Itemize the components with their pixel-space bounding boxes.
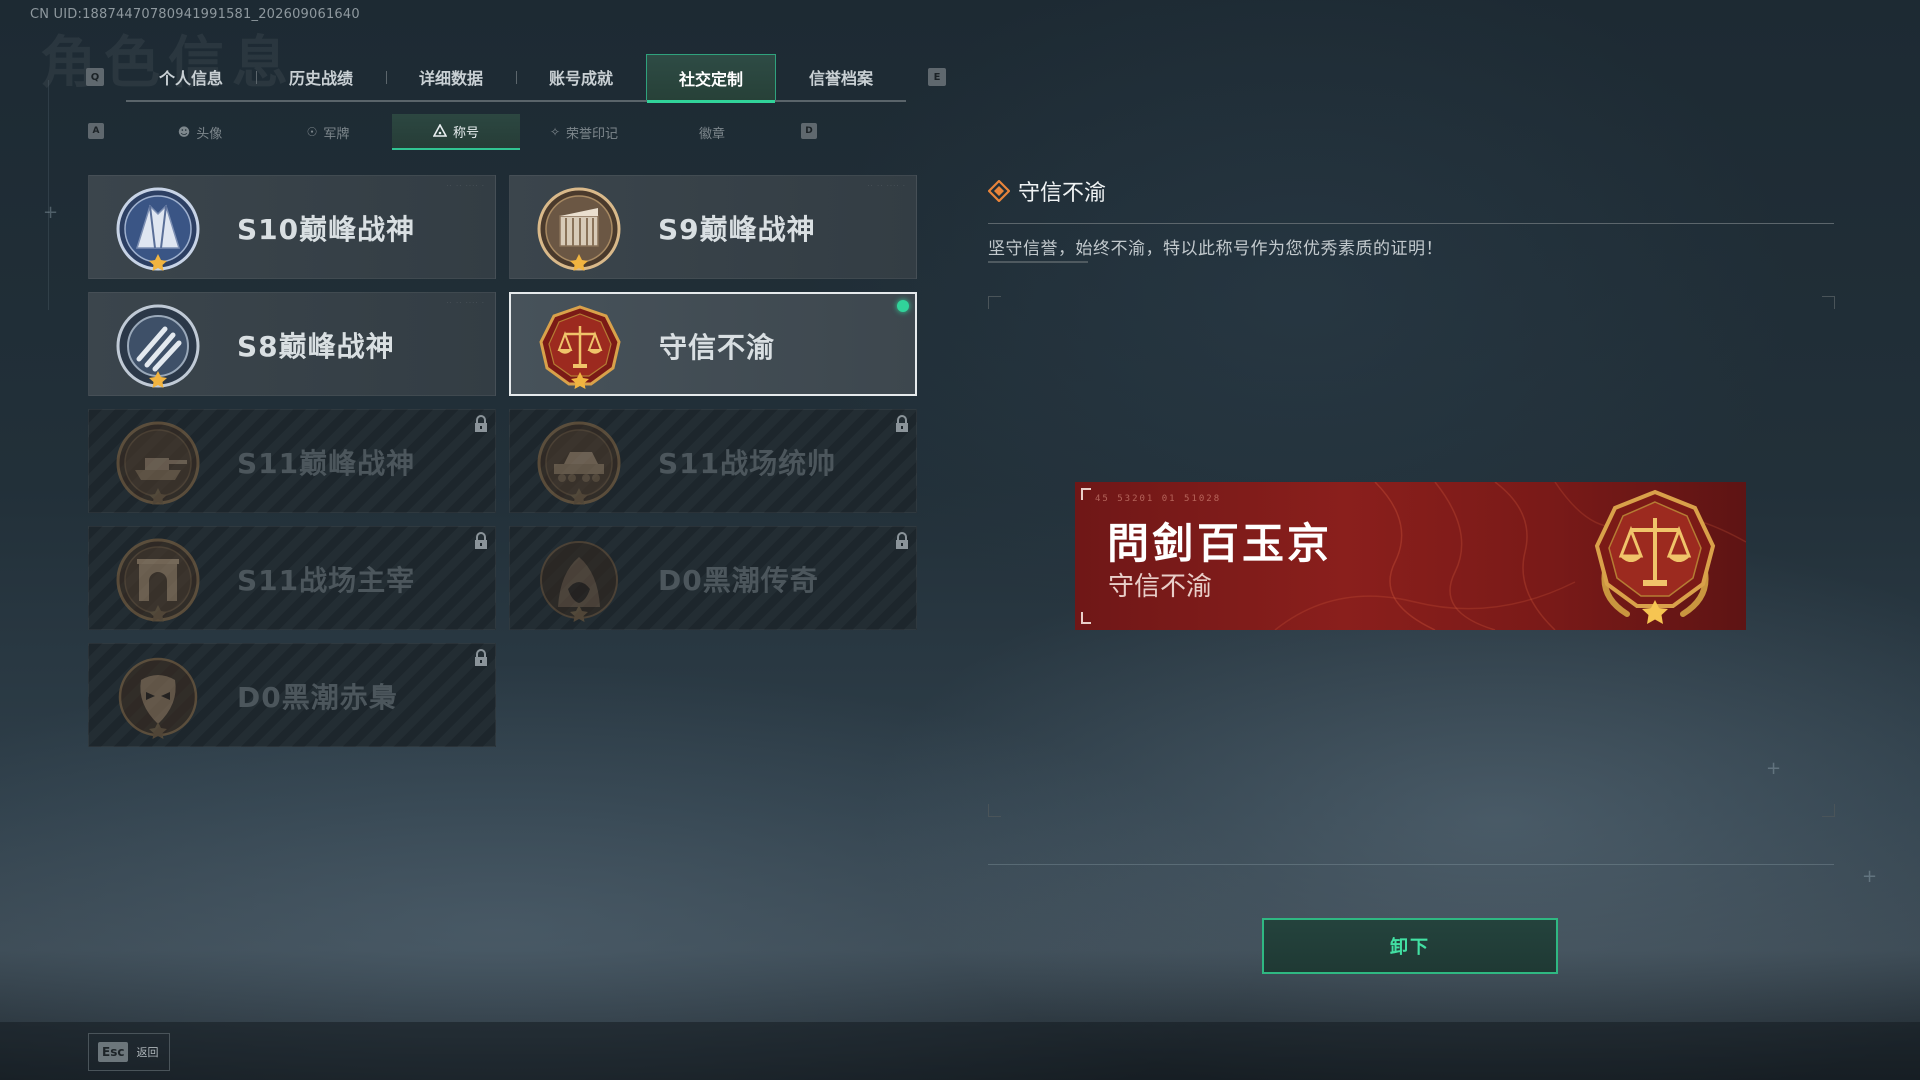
subtab-label: 徽章 xyxy=(698,126,725,142)
triangle-icon xyxy=(432,124,447,137)
lock-icon xyxy=(475,415,487,432)
divider xyxy=(988,223,1834,224)
scales-emblem-icon xyxy=(539,305,621,389)
tab-personal-info[interactable]: 个人信息 xyxy=(126,54,256,100)
plus-decor-icon: + xyxy=(43,202,59,223)
prev-subtab-key-hint[interactable]: A xyxy=(88,123,104,139)
tab-label: 个人信息 xyxy=(158,69,223,88)
title-card-label: S11巅峰战神 xyxy=(237,447,416,480)
title-card-label: S10巅峰战神 xyxy=(237,213,416,246)
title-card-label: S8巅峰战神 xyxy=(237,330,395,363)
esc-key-hint: Esc xyxy=(98,1042,129,1062)
title-card-d0-legend[interactable]: D0黑潮传奇 xyxy=(509,526,917,630)
footer-bar xyxy=(0,1022,1920,1080)
title-card-d0-red-owl[interactable]: D0黑潮赤梟 xyxy=(88,643,496,747)
title-card-s10[interactable]: ·· ·· ···· · S10巅峰战神 xyxy=(88,175,496,279)
prev-tab-key-hint[interactable]: Q xyxy=(86,68,104,86)
subtab-label: 头像 xyxy=(196,126,223,142)
arch-emblem-icon xyxy=(116,538,200,622)
subtab-label: 荣誉印记 xyxy=(566,126,619,142)
banner-code-text: 45 53201 01 51028 xyxy=(1095,494,1222,504)
lock-icon xyxy=(896,415,908,432)
frame-corner xyxy=(988,296,1001,309)
mountain-emblem-icon xyxy=(116,187,200,271)
detail-header: 守信不渝 xyxy=(988,175,1106,207)
card-deco-text: ·· ·· ···· · xyxy=(446,182,485,190)
tank-emblem-icon xyxy=(116,421,200,505)
subtab-label: 军牌 xyxy=(323,126,350,142)
dogtag-icon: ☉ xyxy=(306,125,318,139)
back-label: 返回 xyxy=(136,1046,159,1059)
title-card-shouxin-buyu[interactable]: 守信不渝 xyxy=(509,292,917,396)
frame-corner xyxy=(1822,804,1835,817)
ruins-emblem-icon xyxy=(537,187,621,271)
plus-decor-icon: + xyxy=(1766,758,1782,779)
tab-detailed-data[interactable]: 详细数据 xyxy=(386,54,516,100)
title-card-label: S9巅峰战神 xyxy=(658,213,816,246)
banner-player-name: 問釗百玉京 xyxy=(1107,519,1333,568)
card-deco-text: ·· ·· ···· · xyxy=(867,182,906,190)
tab-label: 账号成就 xyxy=(548,69,613,88)
title-card-label: S11战场统帅 xyxy=(658,447,837,480)
title-card-s11-dominator[interactable]: S11战场主宰 xyxy=(88,526,496,630)
apc-emblem-icon xyxy=(537,421,621,505)
tab-social-customization[interactable]: 社交定制 xyxy=(646,54,776,103)
detail-description: 坚守信誉，始终不渝，特以此称号作为您优秀素质的证明！ xyxy=(988,239,1443,259)
subtab-honor-mark[interactable]: ✧ 荣誉印记 xyxy=(520,114,648,150)
title-card-s9[interactable]: ·· ·· ···· · S9巅峰战神 xyxy=(509,175,917,279)
divider xyxy=(988,261,1088,263)
main-tab-bar: 个人信息 历史战绩 详细数据 账号成就 社交定制 信誉档案 xyxy=(126,54,906,103)
tab-history[interactable]: 历史战绩 xyxy=(256,54,386,100)
bracket-decor xyxy=(1081,612,1091,624)
subtab-label: 称号 xyxy=(452,125,479,141)
stripes-emblem-icon xyxy=(116,304,200,388)
tab-label: 详细数据 xyxy=(418,69,483,88)
bracket-decor xyxy=(1081,488,1091,500)
person-icon: ☻ xyxy=(177,125,191,139)
tab-credit-file[interactable]: 信誉档案 xyxy=(776,54,906,100)
tab-label: 历史战绩 xyxy=(288,69,353,88)
diamond-icon xyxy=(988,180,1010,202)
sub-tab-bar: ☻ 头像 ☉ 军牌 称号 ✧ 荣誉印记 徽章 xyxy=(136,114,776,150)
unequip-button[interactable]: 卸下 xyxy=(1262,918,1558,974)
title-card-s8[interactable]: ·· ·· ···· · S8巅峰战神 xyxy=(88,292,496,396)
scales-emblem-icon xyxy=(1594,489,1716,624)
tab-label: 信誉档案 xyxy=(808,69,873,88)
tab-achievements[interactable]: 账号成就 xyxy=(516,54,646,100)
frame-corner xyxy=(988,804,1001,817)
next-tab-key-hint[interactable]: E xyxy=(928,68,946,86)
title-card-label: D0黑潮传奇 xyxy=(658,564,819,597)
mask-emblem-icon xyxy=(118,657,198,739)
subtab-avatar[interactable]: ☻ 头像 xyxy=(136,114,264,150)
back-button[interactable]: Esc 返回 xyxy=(88,1033,170,1071)
title-card-label: D0黑潮赤梟 xyxy=(237,681,398,714)
subtab-badge[interactable]: 徽章 xyxy=(648,114,776,150)
title-card-s11-commander[interactable]: S11战场统帅 xyxy=(509,409,917,513)
equipped-indicator-icon xyxy=(897,300,909,312)
wings-icon: ✧ xyxy=(549,125,561,139)
next-subtab-key-hint[interactable]: D xyxy=(801,123,817,139)
subtab-title[interactable]: 称号 xyxy=(392,114,520,150)
lock-icon xyxy=(896,532,908,549)
frame-corner xyxy=(1822,296,1835,309)
title-banner-preview: 45 53201 01 51028 問釗百玉京 守信不渝 xyxy=(1075,482,1746,630)
divider xyxy=(988,864,1834,865)
title-card-s11-peak[interactable]: S11巅峰战神 xyxy=(88,409,496,513)
title-card-label: S11战场主宰 xyxy=(237,564,416,597)
lock-icon xyxy=(475,649,487,666)
title-card-label: 守信不渝 xyxy=(659,331,776,364)
subtab-dogtag[interactable]: ☉ 军牌 xyxy=(264,114,392,150)
lock-icon xyxy=(475,532,487,549)
card-deco-text: ·· ·· ···· · xyxy=(446,299,485,307)
decor-line xyxy=(48,80,49,310)
plus-decor-icon: + xyxy=(1862,866,1878,887)
tab-label: 社交定制 xyxy=(678,69,743,89)
banner-title: 守信不渝 xyxy=(1108,572,1213,602)
hooded-emblem-icon xyxy=(540,541,618,622)
detail-title: 守信不渝 xyxy=(1018,181,1107,206)
